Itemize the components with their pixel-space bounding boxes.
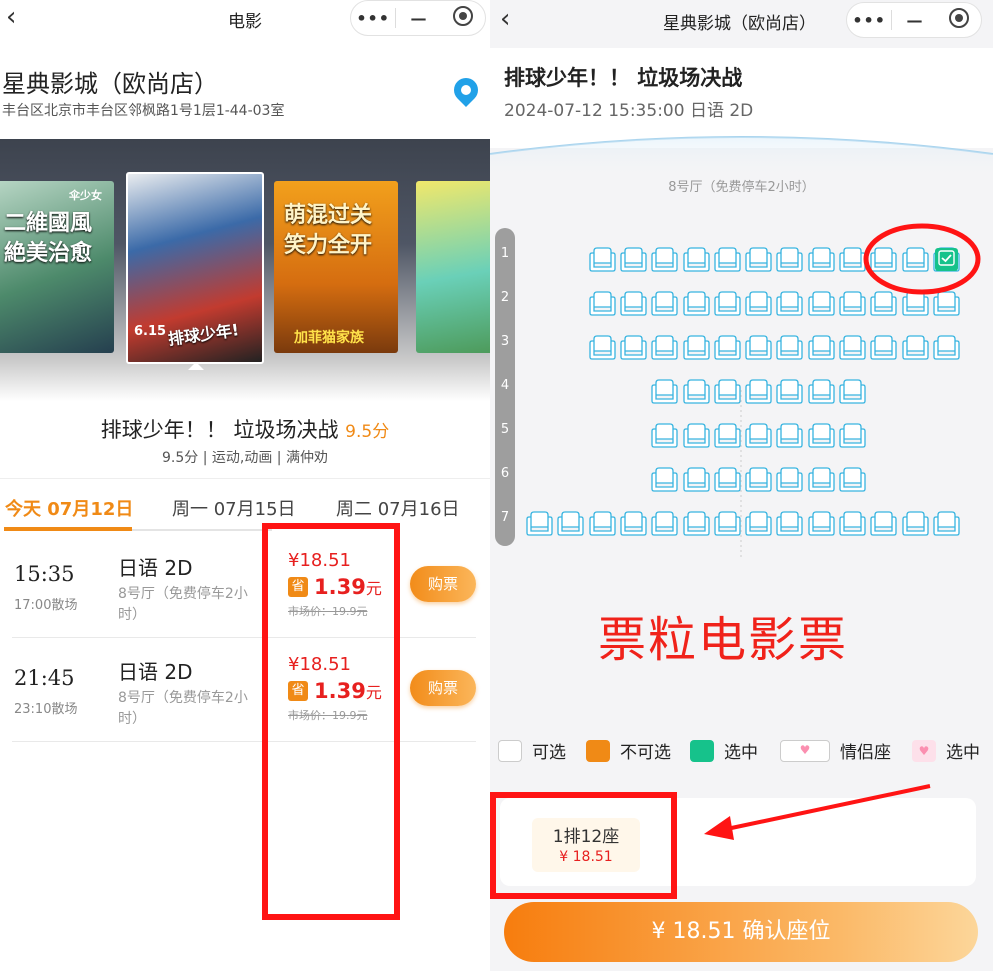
poster-2-selected[interactable]: 排球少年! 6.15 [126, 172, 264, 364]
show-end: 23:10散场 [14, 702, 78, 717]
show-time: 15:35 [14, 562, 75, 586]
show-language: 日语 2D [118, 556, 193, 580]
minimize-icon[interactable]: — [396, 9, 440, 28]
location-pin-icon[interactable] [449, 73, 483, 107]
poster-3[interactable]: 萌混过关 笑力全开 加菲猫家族 [274, 181, 398, 353]
annotation-price-highlight [262, 523, 400, 920]
movie-score: 9.5分 [345, 422, 390, 442]
poster-3-text: 萌混过关 笑力全开 [284, 203, 373, 258]
poster-2-text: 排球少年! [166, 320, 241, 349]
showtime-row[interactable]: 21:45 23:10散场 日语 2D 8号厅（免费停车2小时） ¥18.51 … [12, 638, 476, 742]
cinema-address: 丰台区北京市丰台区邻枫路1号1层1-44-03室 [2, 103, 285, 119]
nav-bar: ‹ 电影 ••• — [0, 0, 490, 36]
cinema-name: 星典影城（欧尚店） [2, 70, 218, 98]
movie-meta: 9.5分 | 运动,动画 | 满仲劝 [162, 450, 328, 466]
show-end: 17:00散场 [14, 598, 78, 613]
active-tab-underline [4, 527, 132, 531]
show-language: 日语 2D [118, 660, 193, 684]
show-hall: 8号厅（免费停车2小时） [118, 690, 248, 727]
mini-program-capsule: ••• — [350, 0, 486, 36]
movie-poster-carousel[interactable]: 二維國風 絶美治愈 伞少女 排球少年! 6.15 萌混过关 笑力全开 加菲猫家族 [0, 139, 490, 401]
showtime-row[interactable]: 15:35 17:00散场 日语 2D 8号厅（免费停车2小时） ¥18.51 … [12, 534, 476, 638]
selected-poster-indicator [188, 362, 204, 370]
tab-date-today[interactable]: 今天 07月12日 [5, 495, 133, 521]
movie-title: 排球少年！！ 垃圾场决战 [100, 418, 339, 442]
tab-date-mon[interactable]: 周一 07月15日 [172, 495, 296, 521]
annotation-arrowhead [704, 816, 734, 840]
annotation-arrow-line [721, 784, 931, 832]
buy-ticket-button[interactable]: 购票 [410, 670, 476, 706]
tab-date-tue[interactable]: 周二 07月16日 [336, 495, 460, 521]
close-target-button[interactable] [441, 6, 485, 30]
tab-divider [132, 529, 272, 531]
movie-title-line: 排球少年！！ 垃圾场决战 9.5分 [0, 414, 490, 444]
poster-3-corner: 加菲猫家族 [294, 330, 364, 346]
annotation-layer [490, 223, 981, 899]
buy-ticket-button[interactable]: 购票 [410, 566, 476, 602]
more-icon[interactable]: ••• [351, 9, 395, 28]
show-hall: 8号厅（免费停车2小时） [118, 586, 248, 623]
poster-1-corner: 伞少女 [69, 189, 102, 202]
date-tabs: 今天 07月12日 周一 07月15日 周二 07月16日 [0, 478, 490, 532]
poster-1-text: 二維國風 絶美治愈 [4, 211, 93, 266]
show-time: 21:45 [14, 666, 75, 690]
annotation-circle [863, 223, 981, 295]
cinema-showtimes-screen: ‹ 电影 ••• — 星典影城（欧尚店） 丰台区北京市丰台区邻枫路1号1层1-4… [0, 0, 490, 971]
poster-2-corner: 6.15 [134, 324, 167, 339]
poster-1[interactable]: 二維國風 絶美治愈 伞少女 [0, 181, 114, 353]
close-target-icon [452, 6, 473, 26]
annotation-selected-box [490, 792, 677, 899]
poster-4[interactable] [416, 181, 490, 353]
